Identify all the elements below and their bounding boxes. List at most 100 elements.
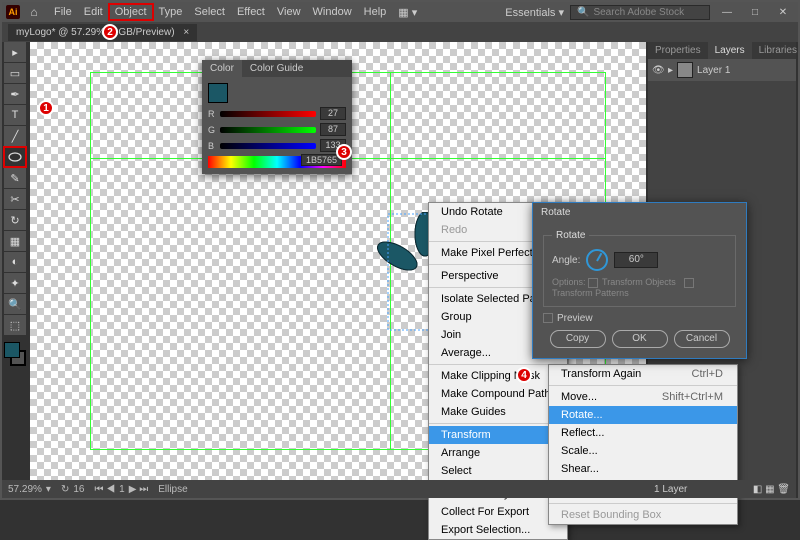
fill-swatch[interactable]: [4, 342, 20, 358]
menu-item: Reset Bounding Box: [549, 506, 737, 524]
tool-ellipse[interactable]: [4, 147, 26, 167]
color-panel-tabs: Color Color Guide: [202, 60, 352, 77]
menu-help[interactable]: Help: [358, 4, 393, 20]
layer-name[interactable]: Layer 1: [697, 65, 730, 76]
tool-zoom[interactable]: 🔍: [4, 294, 26, 314]
annotation-badge-4: 4: [516, 367, 532, 383]
g-slider[interactable]: [220, 127, 316, 133]
menu-item[interactable]: Select: [429, 462, 567, 480]
menu-item[interactable]: Rotate...: [549, 406, 737, 424]
layers-status: 1 Layer ◧ ▦ 🗑: [648, 480, 796, 498]
tool-selection[interactable]: ▸: [4, 42, 26, 62]
document-tab-label: myLogo* @ 57.29% (RGB/Preview): [16, 27, 175, 38]
layer-row[interactable]: 👁 ▸ Layer 1: [648, 59, 796, 81]
menu-item[interactable]: Transform: [429, 426, 567, 444]
window-maximize-icon[interactable]: □: [744, 7, 766, 18]
tool-shape-builder[interactable]: ▦: [4, 231, 26, 251]
tool-pen[interactable]: ✒: [4, 84, 26, 104]
menu-item[interactable]: Scale...: [549, 442, 737, 460]
layer-actions[interactable]: ◧ ▦ 🗑: [753, 484, 790, 495]
g-value[interactable]: 87: [320, 123, 346, 136]
status-bar: 57.29% ▾ ↻ 16 ⏮ ◀ 1 ▶ ⏭ Ellipse: [2, 480, 648, 498]
menu-select[interactable]: Select: [188, 4, 231, 20]
layer-thumb: [677, 62, 693, 78]
menu-item[interactable]: Export Selection...: [429, 521, 567, 539]
tab-color-guide[interactable]: Color Guide: [242, 60, 311, 77]
rotate-view[interactable]: ↻ 16: [61, 484, 85, 495]
menu-item[interactable]: Transform AgainCtrl+D: [549, 365, 737, 383]
layer-visibility-icon[interactable]: 👁: [652, 65, 664, 76]
menu-object[interactable]: Object: [109, 4, 153, 20]
tool-rotate[interactable]: ↻: [4, 210, 26, 230]
window-minimize-icon[interactable]: —: [716, 7, 738, 18]
document-tab-close-icon[interactable]: ×: [183, 27, 189, 38]
menu-item[interactable]: Reflect...: [549, 424, 737, 442]
tool-gradient[interactable]: ◐: [4, 252, 26, 272]
app-logo: Ai: [6, 5, 20, 19]
color-panel-swatch[interactable]: [208, 83, 228, 103]
tool-type[interactable]: T: [4, 105, 26, 125]
current-tool-label: Ellipse: [158, 484, 187, 495]
menu-type[interactable]: Type: [153, 4, 189, 20]
b-label: B: [208, 141, 216, 151]
tool-symbol[interactable]: ✦: [4, 273, 26, 293]
rotate-group-label: Rotate: [552, 230, 589, 241]
menu-item[interactable]: Collect For Export: [429, 503, 567, 521]
menu-item[interactable]: Make Guides: [429, 403, 567, 421]
menu-edit[interactable]: Edit: [78, 4, 109, 20]
tab-layers[interactable]: Layers: [708, 42, 752, 59]
tool-scissors[interactable]: ✂: [4, 189, 26, 209]
tool-direct-select[interactable]: ▭: [4, 63, 26, 83]
ok-button[interactable]: OK: [612, 330, 668, 348]
angle-input[interactable]: 60°: [614, 252, 658, 268]
menu-window[interactable]: Window: [307, 4, 358, 20]
app-titlebar: Ai ⌂ File Edit Object Type Select Effect…: [2, 2, 798, 22]
opt-transform-objects-checkbox[interactable]: [588, 278, 598, 288]
color-spectrum[interactable]: 1B5765: [208, 156, 346, 168]
menu-file[interactable]: File: [48, 4, 78, 20]
menu-grid-icon[interactable]: ▦ ▾: [392, 4, 423, 21]
annotation-badge-1: 1: [38, 100, 54, 116]
angle-label: Angle:: [552, 255, 580, 266]
workspace-switcher[interactable]: Essentials ▾: [505, 6, 564, 19]
b-slider[interactable]: [220, 143, 316, 149]
copy-button[interactable]: Copy: [550, 330, 606, 348]
menu-item[interactable]: Move...Shift+Ctrl+M: [549, 388, 737, 406]
tab-properties[interactable]: Properties: [648, 42, 708, 59]
tool-line[interactable]: ╱: [4, 126, 26, 146]
tab-color[interactable]: Color: [202, 60, 242, 77]
opt-transform-patterns-checkbox[interactable]: [684, 278, 694, 288]
color-panel[interactable]: Color Color Guide R27 G87 B133 1B5765: [202, 60, 352, 174]
tool-artboard[interactable]: ⬚: [4, 315, 26, 335]
angle-dial[interactable]: [586, 249, 608, 271]
rotate-dialog[interactable]: Rotate Rotate Angle: 60° Options: Transf…: [532, 202, 747, 359]
tab-libraries[interactable]: Libraries: [752, 42, 800, 59]
menu-item[interactable]: Make Clipping Mask: [429, 367, 567, 385]
artboard-nav[interactable]: ⏮ ◀ 1 ▶ ⏭: [94, 484, 148, 495]
menu-item[interactable]: Arrange: [429, 444, 567, 462]
menu-view[interactable]: View: [271, 4, 307, 20]
annotation-badge-3: 3: [336, 144, 352, 160]
preview-label: Preview: [557, 313, 593, 324]
r-value[interactable]: 27: [320, 107, 346, 120]
preview-checkbox[interactable]: [543, 313, 553, 323]
menu-effect[interactable]: Effect: [231, 4, 271, 20]
window-close-icon[interactable]: ✕: [772, 7, 794, 18]
r-slider[interactable]: [220, 111, 316, 117]
r-label: R: [208, 109, 216, 119]
g-label: G: [208, 125, 216, 135]
menu-item[interactable]: Make Compound Path: [429, 385, 567, 403]
search-stock-input[interactable]: 🔍 Search Adobe Stock: [570, 5, 710, 20]
menu-item[interactable]: Shear...: [549, 460, 737, 478]
chevron-right-icon[interactable]: ▸: [668, 65, 673, 76]
toolbox: ▸ ▭ ✒ T ╱ ✎ ✂ ↻ ▦ ◐ ✦ 🔍 ⬚: [4, 42, 28, 366]
tool-paintbrush[interactable]: ✎: [4, 168, 26, 188]
zoom-level[interactable]: 57.29% ▾: [8, 484, 51, 495]
hex-value[interactable]: 1B5765: [301, 154, 342, 166]
annotation-badge-2: 2: [102, 24, 118, 40]
fill-stroke-swatch[interactable]: [4, 342, 26, 366]
dialog-title: Rotate: [533, 203, 746, 222]
home-icon[interactable]: ⌂: [26, 5, 42, 19]
document-tabbar: myLogo* @ 57.29% (RGB/Preview) ×: [2, 22, 798, 42]
cancel-button[interactable]: Cancel: [674, 330, 730, 348]
